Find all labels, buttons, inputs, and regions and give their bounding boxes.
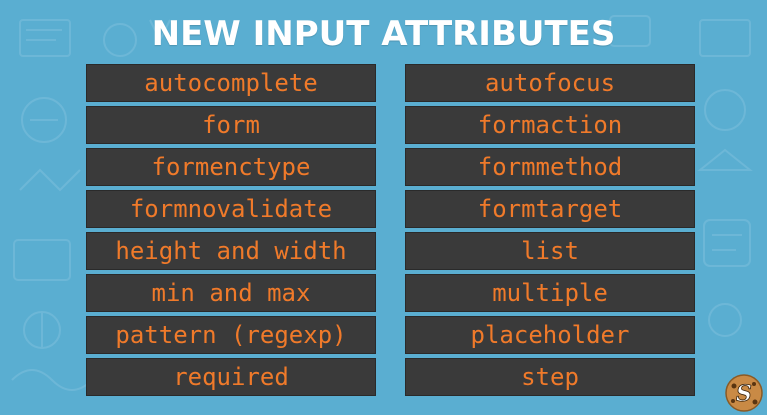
attribute-formtarget: formtarget — [405, 190, 695, 228]
svg-text:S: S — [736, 381, 752, 407]
attribute-height-and-width: height and width — [86, 232, 376, 270]
attribute-formmethod: formmethod — [405, 148, 695, 186]
attribute-formnovalidate: formnovalidate — [86, 190, 376, 228]
attribute-autofocus: autofocus — [405, 64, 695, 102]
attribute-pattern: pattern (regexp) — [86, 316, 376, 354]
slide-title: NEW INPUT ATTRIBUTES — [151, 14, 616, 54]
attribute-multiple: multiple — [405, 274, 695, 312]
attribute-placeholder: placeholder — [405, 316, 695, 354]
attribute-min-and-max: min and max — [86, 274, 376, 312]
right-attribute-column: autofocus formaction formmethod formtarg… — [405, 64, 695, 400]
cookie-logo-icon: S — [725, 374, 763, 412]
attribute-formenctype: formenctype — [86, 148, 376, 186]
attribute-list: list — [405, 232, 695, 270]
attribute-form: form — [86, 106, 376, 144]
attribute-formaction: formaction — [405, 106, 695, 144]
attribute-autocomplete: autocomplete — [86, 64, 376, 102]
attribute-required: required — [86, 358, 376, 396]
left-attribute-column: autocomplete form formenctype formnovali… — [86, 64, 376, 400]
attribute-step: step — [405, 358, 695, 396]
